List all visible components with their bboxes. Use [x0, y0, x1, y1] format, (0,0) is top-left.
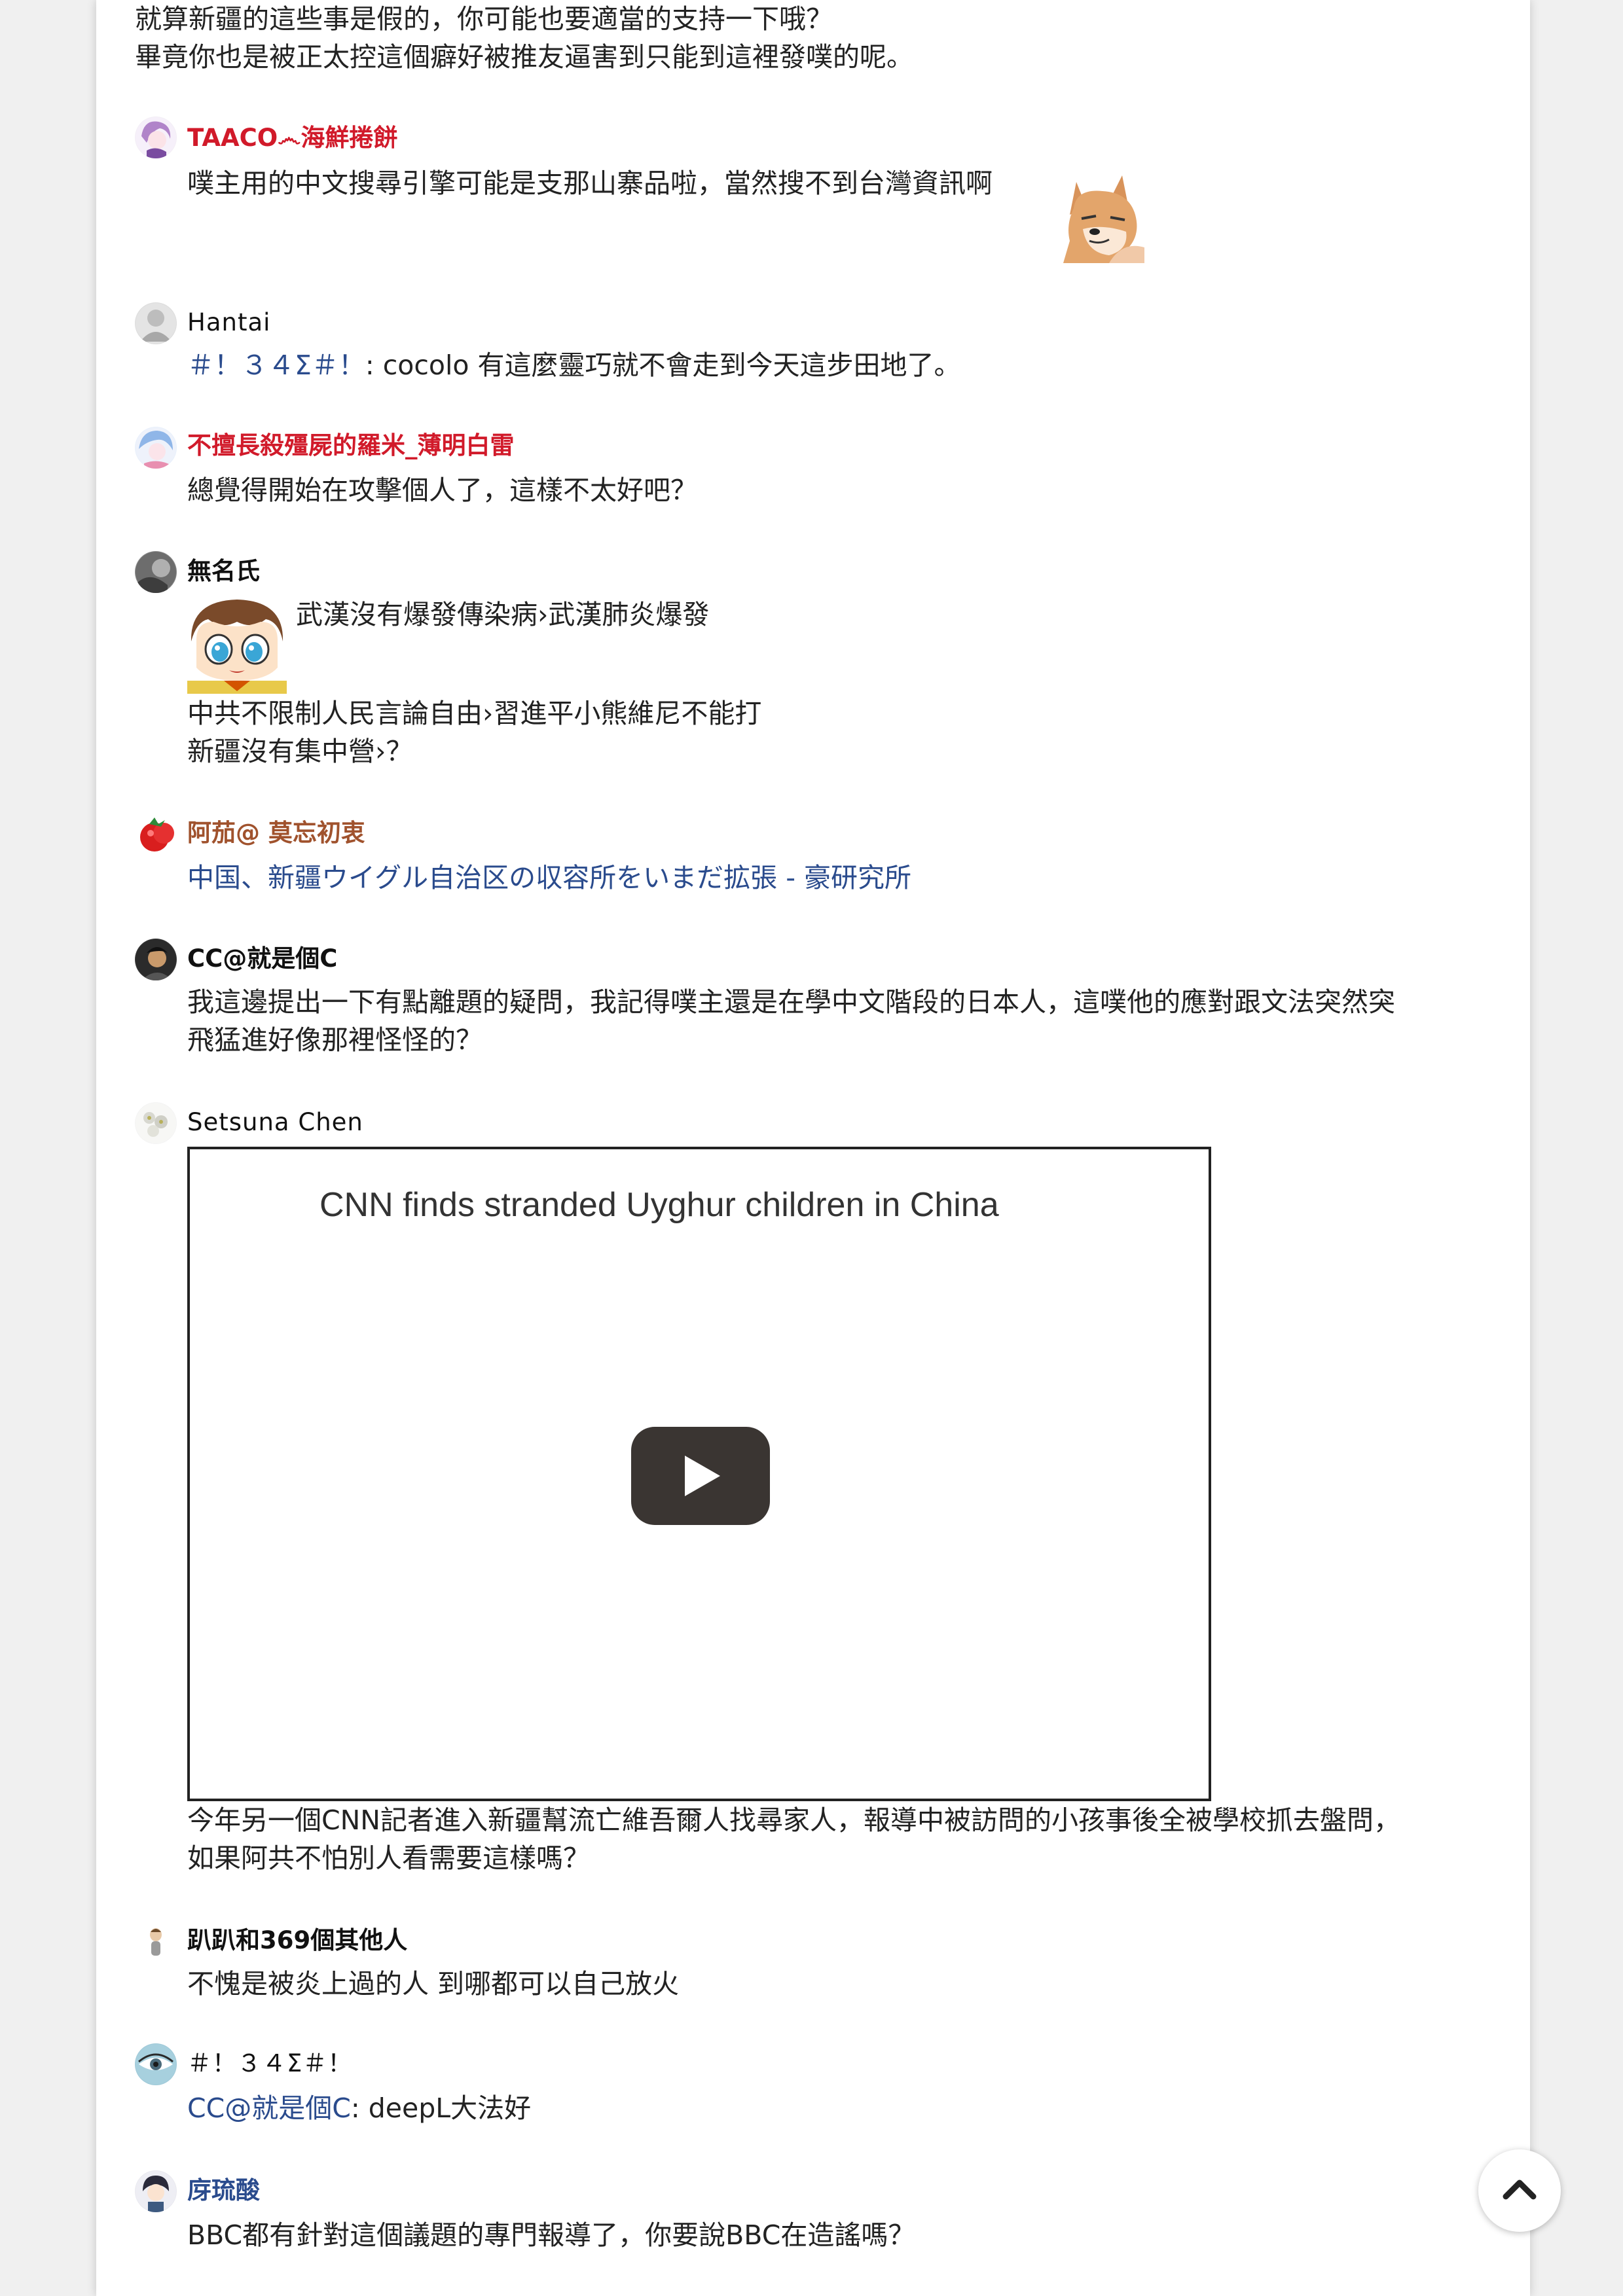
post-text-line: 就算新疆的這些事是假的，你可能也要適當的支持一下哦？: [135, 3, 833, 35]
comment-text: : cocolo 有這麼靈巧就不會走到今天這步田地了。: [365, 350, 961, 381]
commenter-name[interactable]: 趴趴和369個其他人: [187, 1924, 407, 1957]
mention-link[interactable]: CC@就是個C: [187, 2092, 351, 2124]
avatar-gray-icon: [136, 303, 176, 344]
avatar-anime-icon: [136, 427, 176, 469]
avatar[interactable]: [135, 1919, 177, 1961]
avatar-photo-icon: [136, 552, 176, 593]
comment-text-line: 新疆沒有集中營›？: [187, 736, 413, 767]
avatar[interactable]: [135, 812, 177, 854]
avatar[interactable]: [135, 939, 177, 980]
avatar-chibi-icon: [136, 2171, 176, 2212]
avatar-anime-girl-icon: [136, 117, 176, 158]
avatar[interactable]: [135, 551, 177, 593]
avatar[interactable]: [135, 1102, 177, 1144]
comment-text-row: CC@就是個C: deepL大法好: [187, 2089, 531, 2127]
comment-text: BBC都有針對這個議題的專門報導了，你要說BBC在造謠嗎？: [187, 2219, 915, 2251]
avatar[interactable]: [135, 117, 177, 158]
avatar-small-figure-icon: [136, 1920, 176, 1960]
mention-link[interactable]: ＃！３４Σ＃！: [187, 350, 365, 381]
comment-text-line: 武漢沒有爆發傳染病›武漢肺炎爆發: [296, 599, 710, 630]
post-text-line: 畢竟你也是被正太控這個癖好被推友逼害到只能到這裡發噗的呢。: [135, 41, 913, 73]
comment-text: 總覺得開始在攻擊個人了，這樣不太好吧？: [187, 475, 697, 506]
comment-text-row: ＃！３４Σ＃！: cocolo 有這麼靈巧就不會走到今天這步田地了。: [187, 346, 961, 384]
anime-boy-sticker: [187, 596, 287, 694]
commenter-name[interactable]: Setsuna Chen: [187, 1106, 363, 1139]
comment-text-line: 我這邊提出一下有點離題的疑問，我記得噗主還是在學中文階段的日本人，這噗他的應對跟…: [187, 986, 1395, 1018]
commenter-name[interactable]: ＃！３４Σ＃！: [187, 2047, 352, 2080]
comment-text: 不愧是被炎上過的人 到哪都可以自己放火: [187, 1968, 680, 2000]
video-embed[interactable]: CNN finds stranded Uyghur children in Ch…: [187, 1147, 1211, 1801]
avatar[interactable]: [135, 427, 177, 469]
commenter-name[interactable]: 阿茄@ 莫忘初衷: [187, 817, 365, 850]
commenter-name[interactable]: 不擅長殺殭屍的羅米_薄明白雷: [187, 429, 515, 462]
comment-text-line: 今年另一個CNN記者進入新疆幫流亡維吾爾人找尋家人，報導中被訪問的小孩事後全被學…: [187, 1804, 1400, 1836]
avatar[interactable]: [135, 302, 177, 344]
comment-text-line: 飛猛進好像那裡怪怪的？: [187, 1024, 483, 1056]
play-button[interactable]: [631, 1427, 770, 1525]
play-icon: [685, 1456, 720, 1496]
shiba-dog-emoticon: [1063, 169, 1148, 263]
avatar[interactable]: [135, 2043, 177, 2085]
commenter-name[interactable]: 庌琉酸: [187, 2174, 260, 2207]
video-title[interactable]: CNN finds stranded Uyghur children in Ch…: [319, 1182, 999, 1228]
news-link[interactable]: 中国、新疆ウイグル自治区の収容所をいまだ拡張 - 豪研究所: [187, 859, 911, 897]
comment-text-line: 如果阿共不怕別人看需要這樣嗎？: [187, 1842, 590, 1874]
avatar-photo-icon: [136, 939, 176, 980]
avatar[interactable]: [135, 2170, 177, 2212]
avatar-tomato-icon: [140, 817, 174, 852]
chevron-up-icon: [1503, 2179, 1537, 2200]
comment-text: : deepL大法好: [350, 2092, 532, 2124]
commenter-name[interactable]: Hantai: [187, 306, 270, 339]
comment-text: 噗主用的中文搜尋引擎可能是支那山寨品啦，當然搜不到台灣資訊啊: [187, 168, 993, 199]
commenter-name[interactable]: TAACO෴海鮮捲餅: [187, 122, 397, 154]
scroll-to-top-button[interactable]: [1478, 2149, 1561, 2232]
commenter-name[interactable]: 無名氏: [187, 555, 260, 588]
avatar-eye-icon: [136, 2044, 176, 2085]
comment-text-line: 中共不限制人民言論自由›習進平小熊維尼不能打: [187, 698, 762, 729]
commenter-name[interactable]: CC@就是個C: [187, 942, 337, 975]
avatar-flowers-icon: [136, 1103, 176, 1143]
